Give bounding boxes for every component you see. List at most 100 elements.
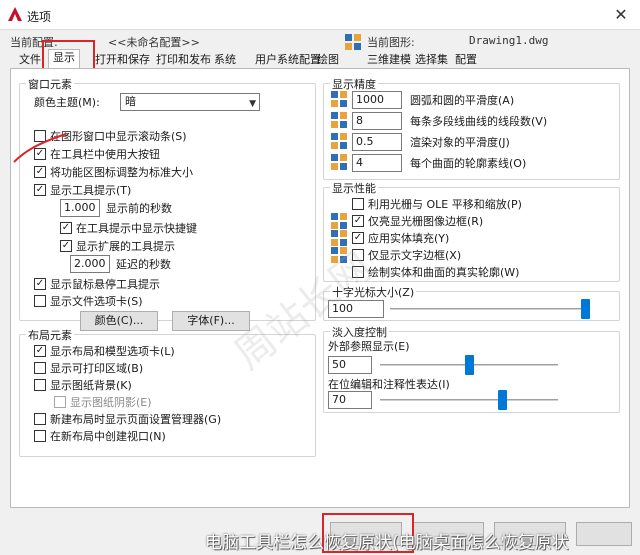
color-theme-label: 颜色主题(M): [34,96,100,109]
layout-tabs-label: 显示布局和模型选项卡(L) [50,345,175,358]
paper-shadow-checkbox [54,396,66,408]
highlight-display-tab [42,40,95,70]
solid-fill-label: 应用实体填充(Y) [368,232,450,245]
xref-display-input[interactable]: 50 [328,356,372,374]
help-button[interactable] [576,522,632,546]
arc-smoothness-input[interactable]: 1000 [352,91,402,109]
text-frame-option[interactable]: 仅显示文字边框(X) [352,247,461,263]
crosshair-size-group: 十字光标大小(Z) 100 [323,284,620,321]
pan-zoom-label: 利用光栅与 OLE 平移和缩放(P) [368,198,522,211]
rollover-checkbox[interactable]: ✓ [34,278,46,290]
contour-lines-label: 每个曲面的轮廓素线(O) [410,157,527,170]
close-icon[interactable]: ✕ [612,6,630,24]
printable-area-label: 显示可打印区域(B) [50,362,144,375]
window-title: 选项 [27,10,52,24]
display-tab-panel: 窗口元素 颜色主题(M): 暗 ▼ 在图形窗口中显示滚动条(S) ✓ 在工具栏中… [10,68,630,508]
file-tabs-label: 显示文件选项卡(S) [50,295,143,308]
article-caption: 电脑工具栏怎么恢复原状(电脑桌面怎么恢复原状 [205,533,569,553]
inplace-slider-thumb[interactable] [498,390,508,410]
rollover-label: 显示鼠标悬停工具提示 [50,278,160,291]
current-drawing-label: 当前图形: [367,36,415,49]
inplace-edit-input[interactable]: 70 [328,391,372,409]
solid-fill-option[interactable]: ✓ 应用实体填充(Y) [352,230,449,246]
raster-frame-checkbox[interactable]: ✓ [352,215,364,227]
printable-area-option[interactable]: 显示可打印区域(B) [34,360,143,376]
paper-background-option[interactable]: 显示图纸背景(K) [34,377,132,393]
paper-shadow-label: 显示图纸阴影(E) [70,396,152,409]
tab-open-save[interactable]: 打开和保存 [90,51,155,69]
tab-system[interactable]: 系统 [209,51,241,69]
silhouettes-label: 绘制实体和曲面的真实轮廓(W) [368,266,520,279]
tooltip-delay-input[interactable]: 1.000 [60,199,100,217]
printable-area-checkbox[interactable] [34,362,46,374]
raster-frame-option[interactable]: ✓ 仅亮显光栅图像边框(R) [352,213,483,229]
current-drawing-value: Drawing1.dwg [469,34,549,47]
shortcut-keys-checkbox[interactable]: ✓ [60,222,72,234]
tab-profiles[interactable]: 配置 [450,51,482,69]
drawing-setting-icon [331,213,347,229]
color-theme-select[interactable]: 暗 ▼ [120,93,260,111]
create-viewport-option[interactable]: 在新布局中创建视口(N) [34,428,166,444]
crosshair-slider-track[interactable] [390,308,590,310]
current-profile-value: <<未命名配置>> [108,36,200,49]
drawing-setting-icon [331,112,347,128]
xref-slider-thumb[interactable] [464,355,474,375]
create-viewport-checkbox[interactable] [34,430,46,442]
paper-background-checkbox[interactable] [34,379,46,391]
window-elements-title: 窗口元素 [26,76,74,92]
ribbon-resize-label: 将功能区图标调整为标准大小 [50,166,193,179]
page-setup-option[interactable]: 新建布局时显示页面设置管理器(G) [34,411,221,427]
layout-tabs-option[interactable]: ✓ 显示布局和模型选项卡(L) [34,343,175,359]
rollover-option[interactable]: ✓ 显示鼠标悬停工具提示 [34,276,160,292]
scrollbars-label: 在图形窗口中显示滚动条(S) [50,130,187,143]
crosshair-slider-thumb[interactable] [581,299,590,319]
contour-lines-input[interactable]: 4 [352,154,402,172]
extended-tips-option[interactable]: ✓ 显示扩展的工具提示 [60,238,175,254]
display-resolution-group: 显示精度 1000 圆弧和圆的平滑度(A) 8 每条多段线曲线的线段数(V) 0… [323,76,620,180]
title-bar: 选项 ✕ [0,0,640,30]
drawing-file-icon [345,34,361,50]
drawing-setting-icon [331,154,347,170]
tooltip-delay-label: 显示前的秒数 [106,202,172,215]
chevron-down-icon: ▼ [249,99,256,109]
page-setup-checkbox[interactable] [34,413,46,425]
file-tabs-checkbox[interactable] [34,295,46,307]
pline-segments-label: 每条多段线曲线的线段数(V) [410,115,548,128]
drawing-setting-icon [331,91,347,107]
tooltips-option[interactable]: ✓ 显示工具提示(T) [34,182,131,198]
layout-tabs-checkbox[interactable]: ✓ [34,345,46,357]
annotation-stroke [13,133,67,163]
tooltips-label: 显示工具提示(T) [50,184,132,197]
colors-button[interactable]: 颜色(C)... [80,311,158,331]
autocad-logo-icon [8,7,22,21]
display-performance-title: 显示性能 [330,180,378,196]
tooltips-checkbox[interactable]: ✓ [34,184,46,196]
paper-background-label: 显示图纸背景(K) [50,379,132,392]
tab-drafting[interactable]: 绘图 [312,51,344,69]
pan-zoom-option[interactable]: 利用光栅与 OLE 平移和缩放(P) [352,196,522,212]
text-frame-label: 仅显示文字边框(X) [368,249,462,262]
page-setup-label: 新建布局时显示页面设置管理器(G) [50,413,222,426]
file-tabs-option[interactable]: 显示文件选项卡(S) [34,293,143,309]
extended-delay-label: 延迟的秒数 [116,258,171,271]
layout-elements-title: 布局元素 [26,327,74,343]
extended-tips-label: 显示扩展的工具提示 [76,240,175,253]
inplace-slider-track[interactable] [380,399,558,401]
extended-tips-checkbox[interactable]: ✓ [60,240,72,252]
pline-segments-input[interactable]: 8 [352,112,402,130]
extended-delay-input[interactable]: 2.000 [70,255,110,273]
pan-zoom-checkbox[interactable] [352,198,364,210]
color-theme-value: 暗 [125,95,136,108]
solid-fill-checkbox[interactable]: ✓ [352,232,364,244]
tab-plot-publish[interactable]: 打印和发布 [151,51,216,69]
tab-3d-modeling[interactable]: 三维建模 [362,51,416,69]
shortcut-keys-label: 在工具提示中显示快捷键 [76,222,197,235]
render-smoothness-input[interactable]: 0.5 [352,133,402,151]
arc-smoothness-label: 圆弧和圆的平滑度(A) [410,94,515,107]
shortcut-keys-option[interactable]: ✓ 在工具提示中显示快捷键 [60,220,197,236]
inplace-edit-label: 在位编辑和注释性表达(I) [328,378,450,391]
xref-display-label: 外部参照显示(E) [328,340,410,353]
tab-selection[interactable]: 选择集 [410,51,453,69]
create-viewport-label: 在新布局中创建视口(N) [50,430,166,443]
fade-control-group: 淡入度控制 外部参照显示(E) 50 在位编辑和注释性表达(I) 70 [323,324,620,413]
